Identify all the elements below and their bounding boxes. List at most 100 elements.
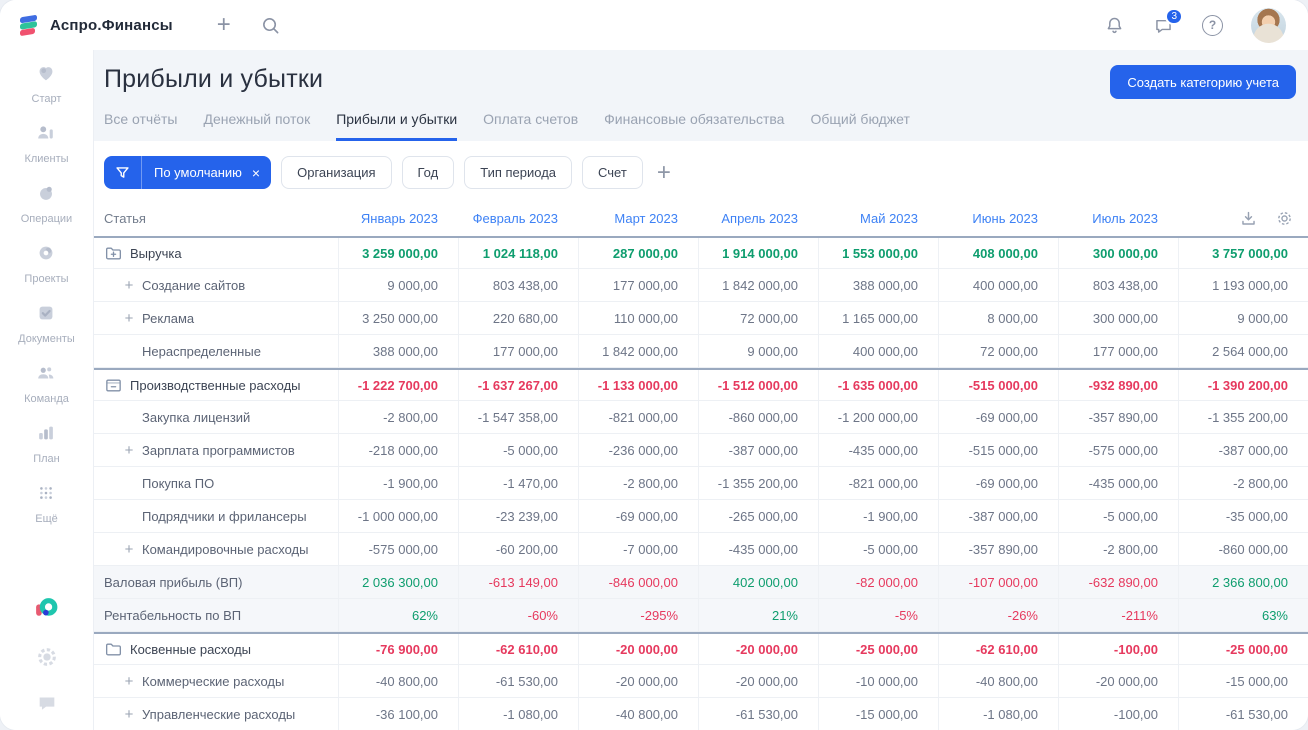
- aspro-flag-logo: [16, 13, 41, 38]
- sidebar-item-ещё[interactable]: Ещё: [18, 482, 75, 525]
- value-cell: -1 637 267,00: [458, 370, 578, 400]
- expand-plus-icon[interactable]: +: [123, 673, 135, 690]
- value-cell: -5%: [818, 599, 938, 631]
- row-label-cell[interactable]: Закупка лицензий: [94, 401, 338, 433]
- table-row: Косвенные расходы -76 900,00 -62 610,00 -20…: [94, 632, 1308, 665]
- value-cell: 9 000,00: [1178, 302, 1308, 334]
- tab-5[interactable]: Финансовые обязательства: [604, 111, 784, 141]
- sidebar-item-операции[interactable]: Операции: [18, 182, 75, 225]
- row-label: Закупка лицензий: [142, 409, 251, 425]
- row-label-cell[interactable]: Подрядчики и фрилансеры: [94, 500, 338, 532]
- filter-chip-3[interactable]: Тип периода: [464, 156, 573, 189]
- filter-chip-4[interactable]: Счет: [582, 156, 643, 189]
- value-cell: -10 000,00: [818, 665, 938, 697]
- value-cell: 63%: [1178, 599, 1308, 631]
- value-cell: 3 250 000,00: [338, 302, 458, 334]
- report-tabs: Все отчёты Денежный поток Прибыли и убытки…: [104, 111, 1296, 141]
- column-header-statya: Статья: [104, 210, 146, 226]
- search-icon[interactable]: [261, 16, 280, 35]
- filter-preset-pill[interactable]: По умолчанию ×: [104, 156, 272, 189]
- app-brand[interactable]: Аспро.Финансы: [16, 13, 173, 38]
- sidebar-item-план[interactable]: План: [18, 422, 75, 465]
- value-cell: -357 890,00: [938, 533, 1058, 565]
- filter-chip-1[interactable]: Организация: [281, 156, 392, 189]
- folder-icon[interactable]: [104, 640, 123, 659]
- row-label-cell[interactable]: + Реклама: [94, 302, 338, 334]
- column-header-month-7[interactable]: Июль 2023: [1058, 200, 1178, 236]
- row-label-cell[interactable]: + Зарплата программистов: [94, 434, 338, 466]
- expand-plus-icon[interactable]: +: [123, 442, 135, 459]
- row-label-cell[interactable]: Выручка: [94, 238, 338, 268]
- value-cell: -15 000,00: [818, 698, 938, 730]
- tab-1[interactable]: Все отчёты: [104, 111, 177, 141]
- row-label-cell[interactable]: + Управленческие расходы: [94, 698, 338, 730]
- column-header-month-6[interactable]: Июнь 2023: [938, 200, 1058, 236]
- value-cell: -1 355 200,00: [1178, 401, 1308, 433]
- value-cell: -2 800,00: [1178, 467, 1308, 499]
- user-avatar[interactable]: [1251, 7, 1286, 43]
- app-name: Аспро.Финансы: [50, 16, 173, 34]
- value-cell: -23 239,00: [458, 500, 578, 532]
- column-header-month-5[interactable]: Май 2023: [818, 200, 938, 236]
- row-label-cell[interactable]: + Командировочные расходы: [94, 533, 338, 565]
- row-label-cell[interactable]: Рентабельность по ВП: [94, 599, 338, 631]
- settings-icon[interactable]: [36, 646, 58, 668]
- value-cell: 3 757 000,00: [1178, 238, 1308, 268]
- value-cell: -35 000,00: [1178, 500, 1308, 532]
- value-cell: -5 000,00: [818, 533, 938, 565]
- column-header-month-1[interactable]: Январь 2023: [338, 200, 458, 236]
- plus-icon[interactable]: +: [217, 13, 231, 37]
- value-cell: -1 635 000,00: [818, 370, 938, 400]
- expand-plus-icon[interactable]: +: [123, 310, 135, 327]
- value-cell: 177 000,00: [1058, 335, 1178, 367]
- value-cell: -265 000,00: [698, 500, 818, 532]
- row-label-cell[interactable]: Производственные расходы: [94, 370, 338, 400]
- chat-badge: 3: [1165, 7, 1183, 25]
- folder-minus-icon[interactable]: [104, 376, 123, 395]
- column-header-month-3[interactable]: Март 2023: [578, 200, 698, 236]
- sidebar-item-клиенты[interactable]: Клиенты: [18, 122, 75, 165]
- value-cell: 9 000,00: [698, 335, 818, 367]
- sidebar-item-команда[interactable]: Команда: [18, 362, 75, 405]
- tab-4[interactable]: Оплата счетов: [483, 111, 578, 141]
- close-icon[interactable]: ×: [250, 165, 271, 181]
- sidebar-item-проекты[interactable]: Проекты: [18, 242, 75, 285]
- chat-icon[interactable]: 3: [1153, 7, 1183, 36]
- download-icon[interactable]: [1240, 210, 1257, 227]
- value-cell: -82 000,00: [818, 566, 938, 598]
- sidebar-item-документы[interactable]: Документы: [18, 302, 75, 345]
- aspro-round-logo[interactable]: [33, 595, 60, 622]
- tab-3[interactable]: Прибыли и убытки: [336, 111, 458, 141]
- row-label: Нераспределенные: [142, 343, 261, 359]
- sidebar: Старт Клиенты Операции Проекты Документы Кома…: [0, 50, 94, 730]
- row-label: Управленческие расходы: [142, 706, 296, 722]
- row-label-cell[interactable]: Нераспределенные: [94, 335, 338, 367]
- sidebar-item-label: Команда: [24, 393, 69, 405]
- value-cell: 1 842 000,00: [578, 335, 698, 367]
- expand-plus-icon[interactable]: +: [123, 277, 135, 294]
- create-category-button[interactable]: Создать категорию учета: [1110, 65, 1296, 99]
- settings-icon[interactable]: [1276, 210, 1293, 227]
- tab-2[interactable]: Денежный поток: [203, 111, 310, 141]
- tab-6[interactable]: Общий бюджет: [810, 111, 909, 141]
- table-row: Нераспределенные 388 000,00 177 000,00 1 84…: [94, 335, 1308, 368]
- value-cell: 1 193 000,00: [1178, 269, 1308, 301]
- expand-plus-icon[interactable]: +: [123, 541, 135, 558]
- row-label-cell[interactable]: + Коммерческие расходы: [94, 665, 338, 697]
- column-header-month-4[interactable]: Апрель 2023: [698, 200, 818, 236]
- folder-plus-icon[interactable]: [104, 244, 123, 263]
- sidebar-item-старт[interactable]: Старт: [18, 62, 75, 105]
- column-header-month-2[interactable]: Февраль 2023: [458, 200, 578, 236]
- row-label-cell[interactable]: Валовая прибыль (ВП): [94, 566, 338, 598]
- feedback-chat-icon[interactable]: [36, 692, 58, 714]
- filter-chip-2[interactable]: Год: [401, 156, 455, 189]
- add-filter-icon[interactable]: +: [657, 159, 671, 187]
- row-label-cell[interactable]: Косвенные расходы: [94, 634, 338, 664]
- bell-icon[interactable]: [1104, 15, 1125, 36]
- row-label: Валовая прибыль (ВП): [104, 574, 243, 590]
- help-icon[interactable]: ?: [1202, 14, 1223, 36]
- row-label-cell[interactable]: + Создание сайтов: [94, 269, 338, 301]
- row-label-cell[interactable]: Покупка ПО: [94, 467, 338, 499]
- expand-plus-icon[interactable]: +: [123, 706, 135, 723]
- value-cell: -821 000,00: [578, 401, 698, 433]
